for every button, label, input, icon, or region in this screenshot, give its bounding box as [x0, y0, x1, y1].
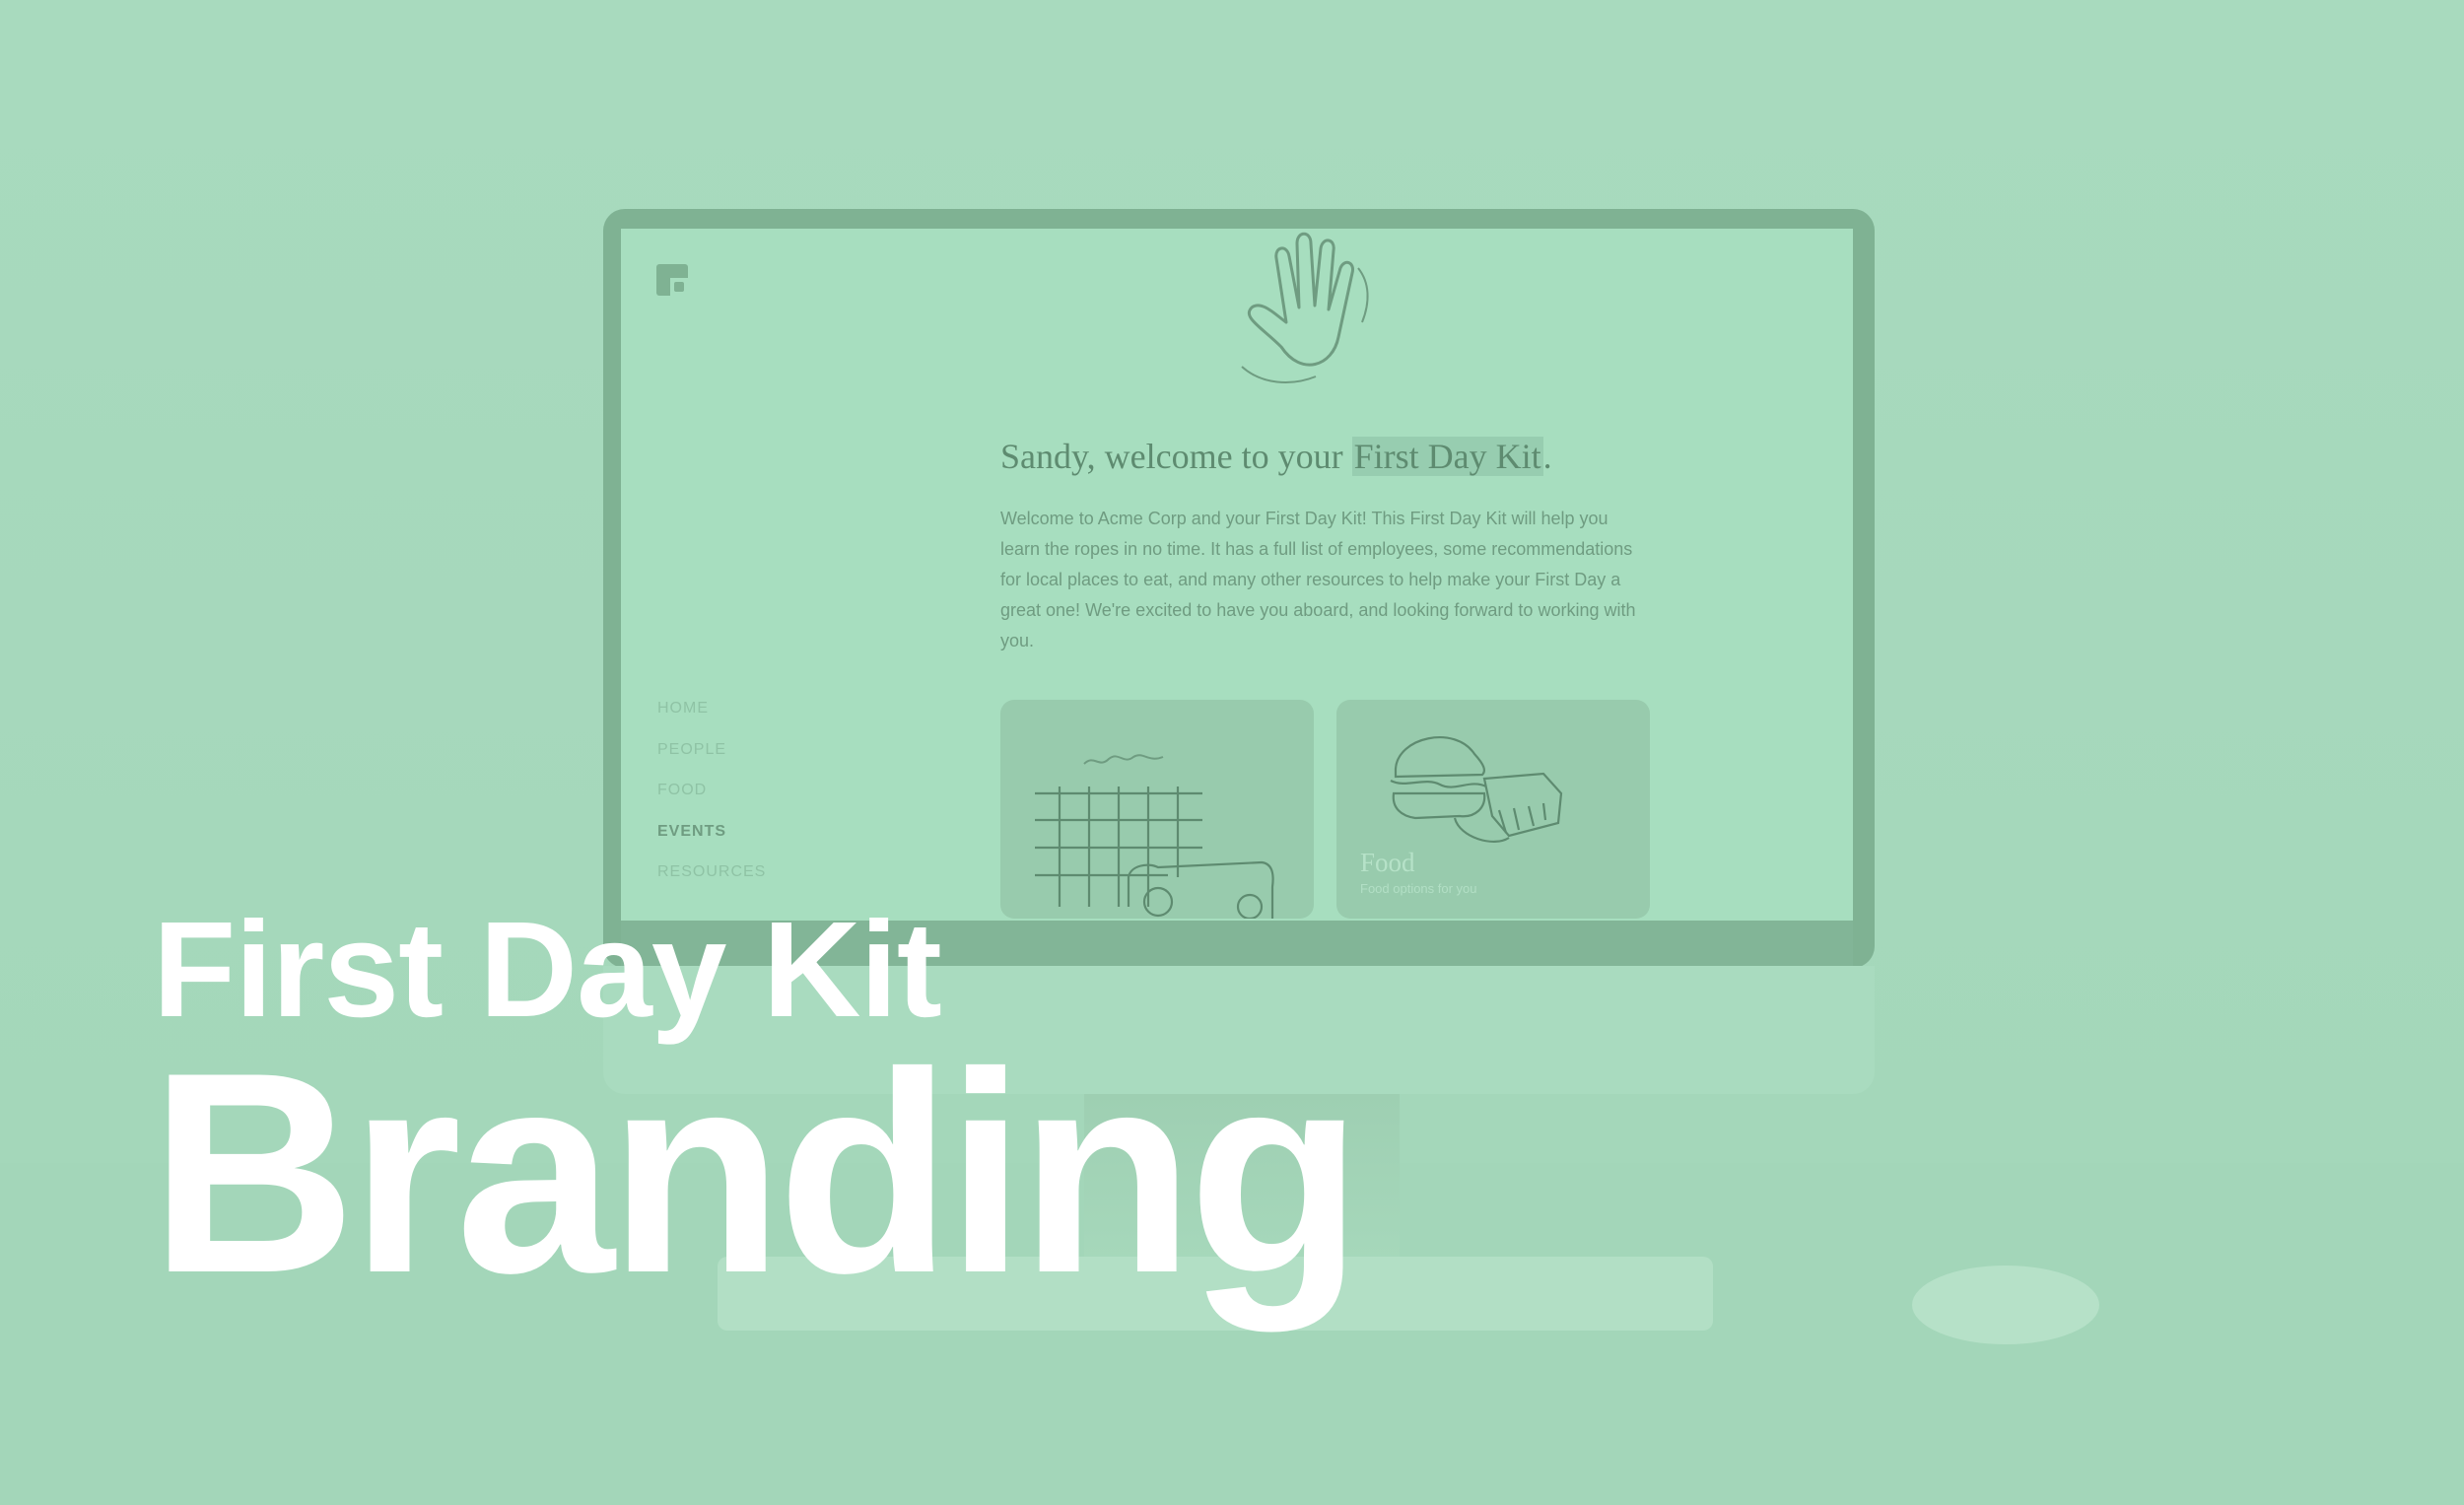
intro-paragraph: Welcome to Acme Corp and your First Day …: [1000, 509, 1636, 650]
food-card-title: Food: [1360, 848, 1415, 877]
nav-item-home[interactable]: HOME: [657, 700, 766, 741]
waving-hand-icon: [1241, 232, 1369, 383]
app-logo-icon: [656, 264, 688, 296]
nav-item-food[interactable]: FOOD: [657, 782, 766, 823]
monitor-screen: Sandy, welcome to your First Day Kit. We…: [621, 229, 1853, 921]
calendar-illustration-icon: [1035, 754, 1274, 919]
welcome-prefix: Sandy, welcome to your: [1000, 437, 1352, 476]
nav-item-events[interactable]: EVENTS: [657, 823, 766, 864]
food-card[interactable]: Food Food options for you: [1336, 700, 1650, 919]
hero-banner: Sandy, welcome to your First Day Kit. We…: [0, 0, 2464, 1505]
events-card[interactable]: [1000, 700, 1314, 919]
welcome-highlight: First Day Kit: [1351, 437, 1543, 476]
mouse: [1912, 1266, 2099, 1344]
food-card-subtitle: Food options for you: [1360, 881, 1477, 896]
welcome-heading: Sandy, welcome to your First Day Kit.: [1000, 436, 1552, 477]
hero-title: Branding: [150, 1013, 1363, 1333]
welcome-suffix: .: [1542, 437, 1552, 476]
sidebar-nav: HOME PEOPLE FOOD EVENTS RESOURCES: [657, 700, 766, 905]
nav-item-people[interactable]: PEOPLE: [657, 741, 766, 783]
